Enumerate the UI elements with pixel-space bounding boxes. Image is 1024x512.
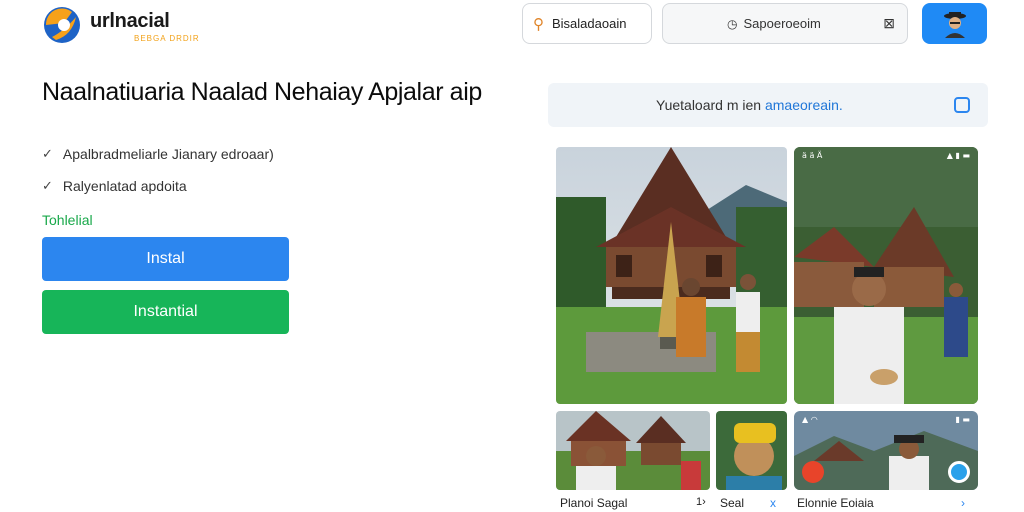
avatar [943, 10, 967, 38]
location-label: Sapoeroeoim [743, 16, 821, 31]
clock-icon: ◷ [727, 16, 738, 31]
thumb-caption-3: Elonnie Eoiaia [797, 496, 874, 510]
profile-button[interactable] [922, 3, 987, 44]
section-subheading: Tohlelial [42, 212, 93, 228]
page-title: Naalnatiuaria Naalad Nehaiay Apjalar aip [42, 78, 482, 106]
wifi-icon: ▲ ◠ [802, 415, 818, 424]
search-icon: ⚲ [533, 15, 544, 33]
app-logo[interactable]: urlnacial BEBGA DRDIR [42, 4, 212, 46]
thumb-caption-2: Seal [720, 496, 745, 510]
logo-icon [42, 5, 82, 45]
search-field[interactable]: ⚲ Bisaladaoain [522, 3, 652, 44]
thumb-caption-1: Planoi Sagal [560, 496, 628, 510]
instant-button[interactable]: Instantial [42, 290, 289, 334]
banner-link[interactable]: amaeoreain. [765, 97, 843, 113]
check-icon: ✓ [42, 178, 53, 193]
phone-status-bar: ▲ ◠ ▮ ▬ [802, 415, 970, 424]
logo-text: urlnacial [90, 10, 170, 32]
gallery-image-villager[interactable]: ä ä Ä ▲ ▮ ▬ [794, 147, 978, 404]
info-banner: Yuetaloard m ien amaeoreain. [548, 83, 988, 127]
chevron-right-icon[interactable]: › [961, 496, 965, 510]
phone-status-bar: ä ä Ä ▲ ▮ ▬ [802, 151, 970, 160]
gallery-thumb-3[interactable]: ▲ ◠ ▮ ▬ [794, 411, 978, 490]
search-label: Bisaladaoain [552, 16, 627, 31]
location-select[interactable]: ◷ Sapoeroeoim ⊠ [662, 3, 908, 44]
record-button[interactable] [802, 461, 824, 483]
banner-text: Yuetaloard m ien amaeoreain. [656, 97, 843, 113]
gallery-thumb-2[interactable] [716, 411, 787, 490]
close-icon[interactable]: x [770, 496, 776, 510]
share-icon[interactable] [954, 97, 970, 113]
gallery-thumb-1[interactable] [556, 411, 710, 490]
install-button[interactable]: Instal [42, 237, 289, 281]
feature-text: Ralyenlatad apdoita [62, 178, 187, 194]
feature-item: ✓ Ralyenlatad apdoita [42, 178, 187, 194]
check-icon: ✓ [42, 146, 53, 161]
signal-icon: ▲ ▮ ▬ [946, 151, 970, 160]
gallery-image-temple[interactable] [556, 147, 787, 404]
battery-icon: ▮ ▬ [955, 415, 970, 424]
thumb-count-1: 1› [696, 496, 706, 508]
feature-text: Apalbradmeliarle Jianary edroaar) [62, 146, 274, 162]
logo-tagline: BEBGA DRDIR [134, 34, 200, 43]
share-fab[interactable] [948, 461, 970, 483]
feature-item: ✓ Apalbradmeliarle Jianary edroaar) [42, 146, 274, 162]
calendar-icon[interactable]: ⊠ [883, 15, 895, 32]
